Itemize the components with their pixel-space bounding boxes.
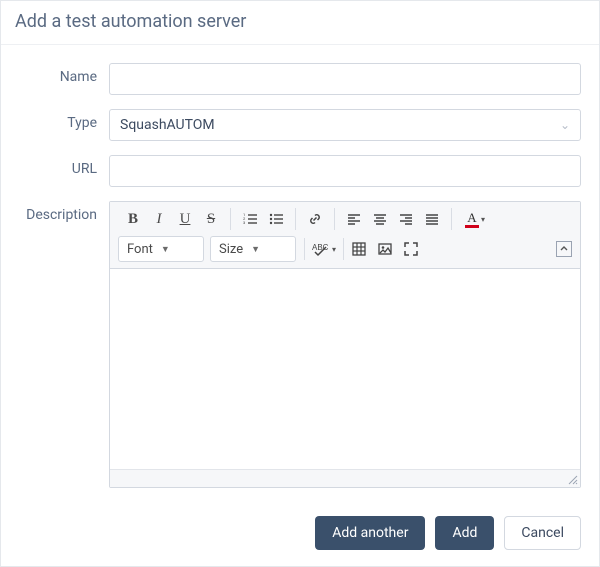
bold-button[interactable]: B [120, 206, 146, 232]
editor-toolbar: B I U S 123 [110, 202, 580, 269]
row-type: Type SquashAUTOM ⌄ [19, 109, 581, 141]
underline-button[interactable]: U [172, 206, 198, 232]
spellcheck-button[interactable]: ABC ▾ [307, 236, 341, 262]
url-label: URL [19, 155, 109, 177]
name-input[interactable] [109, 63, 581, 95]
insert-image-button[interactable] [372, 236, 398, 262]
separator [295, 208, 296, 230]
dialog-title: Add a test automation server [1, 1, 599, 45]
align-left-button[interactable] [341, 206, 367, 232]
row-name: Name [19, 63, 581, 95]
ordered-list-button[interactable]: 123 [237, 206, 263, 232]
row-url: URL [19, 155, 581, 187]
insert-table-button[interactable] [346, 236, 372, 262]
unordered-list-button[interactable] [263, 206, 289, 232]
caret-down-icon: ▾ [332, 245, 336, 254]
strikethrough-button[interactable]: S [198, 206, 224, 232]
dialog-form: Name Type SquashAUTOM ⌄ URL Descript [1, 45, 599, 506]
font-family-select[interactable]: Font ▼ [118, 236, 204, 262]
type-select[interactable]: SquashAUTOM ⌄ [109, 109, 581, 141]
rich-text-editor: B I U S 123 [109, 201, 581, 488]
caret-down-icon: ▼ [161, 244, 170, 255]
link-button[interactable] [302, 206, 328, 232]
type-label: Type [19, 109, 109, 131]
separator [334, 208, 335, 230]
description-label: Description [19, 201, 109, 223]
font-family-label: Font [127, 242, 153, 257]
separator [304, 238, 305, 260]
type-select-value: SquashAUTOM [120, 117, 215, 133]
font-size-select[interactable]: Size ▼ [210, 236, 296, 262]
caret-down-icon: ▼ [251, 244, 260, 255]
align-justify-button[interactable] [419, 206, 445, 232]
collapse-toolbar-button[interactable] [556, 241, 572, 257]
italic-button[interactable]: I [146, 206, 172, 232]
resize-handle[interactable] [566, 473, 578, 485]
row-description: Description B I U S 123 [19, 201, 581, 488]
separator [451, 208, 452, 230]
url-input[interactable] [109, 155, 581, 187]
svg-text:3: 3 [243, 220, 245, 225]
editor-footer [110, 469, 580, 487]
text-color-icon: A [465, 211, 479, 228]
chevron-down-icon: ⌄ [560, 118, 570, 132]
maximize-button[interactable] [398, 236, 424, 262]
align-center-button[interactable] [367, 206, 393, 232]
editor-body[interactable] [110, 269, 580, 469]
text-color-button[interactable]: A ▾ [458, 206, 492, 232]
separator [230, 208, 231, 230]
dialog-footer: Add another Add Cancel [1, 506, 599, 566]
add-server-dialog: Add a test automation server Name Type S… [0, 0, 600, 567]
align-right-button[interactable] [393, 206, 419, 232]
font-size-label: Size [219, 242, 243, 257]
name-label: Name [19, 63, 109, 85]
separator [343, 238, 344, 260]
caret-down-icon: ▾ [481, 215, 485, 224]
